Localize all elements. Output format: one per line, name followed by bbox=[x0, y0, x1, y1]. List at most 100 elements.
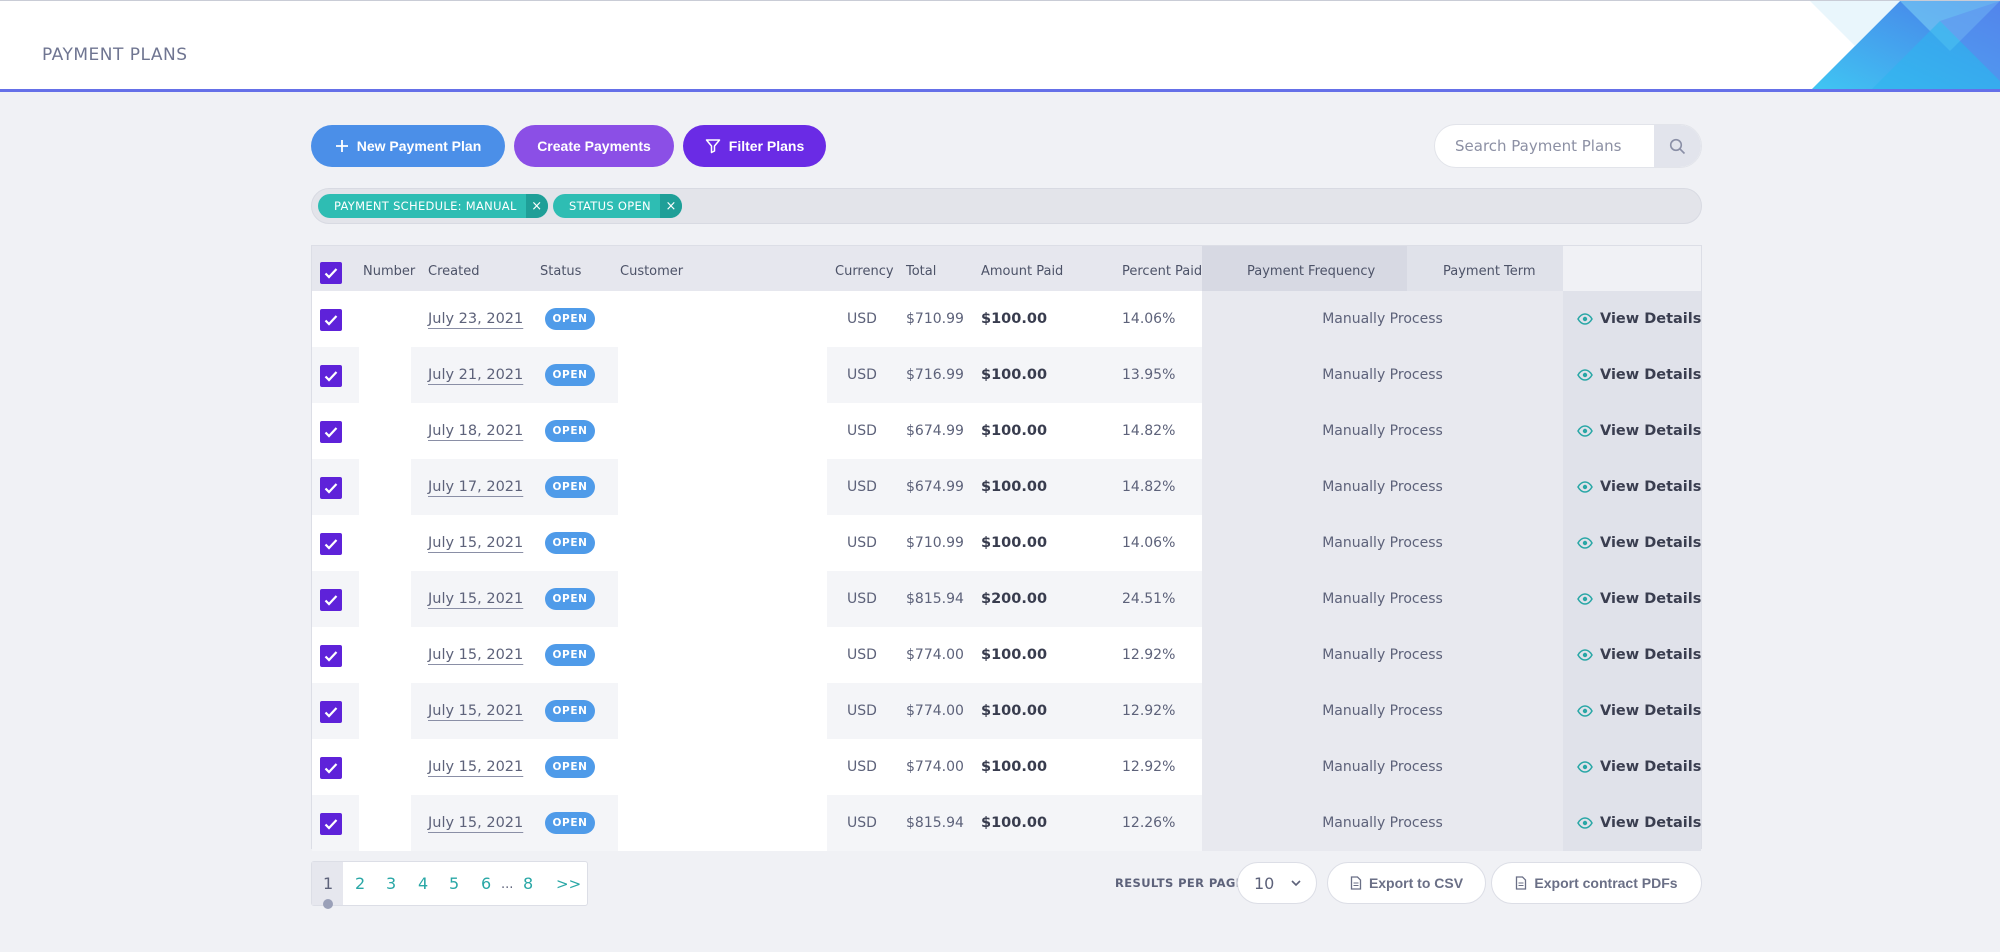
created-date-link[interactable]: July 15, 2021 bbox=[428, 759, 523, 775]
row-checkbox[interactable] bbox=[320, 533, 342, 555]
view-details-link[interactable]: View Details bbox=[1577, 515, 1701, 571]
page-title: PAYMENT PLANS bbox=[42, 45, 188, 65]
page-link-4[interactable]: 4 bbox=[418, 874, 428, 893]
row-checkbox[interactable] bbox=[320, 309, 342, 331]
row-checkbox[interactable] bbox=[320, 645, 342, 667]
column-header-customer[interactable]: Customer bbox=[620, 264, 683, 279]
currency: USD bbox=[847, 367, 877, 383]
table-row: July 15, 2021 OPEN USD $774.00 $100.00 12.92%… bbox=[312, 683, 1701, 739]
column-header-payment-term[interactable]: Payment Term bbox=[1443, 264, 1536, 279]
column-header-number[interactable]: Number bbox=[363, 264, 415, 279]
payment-frequency: Manually Process bbox=[1322, 591, 1443, 607]
eye-icon bbox=[1577, 649, 1593, 661]
currency: USD bbox=[847, 759, 877, 775]
percent-paid: 12.92% bbox=[1122, 759, 1176, 775]
search-icon bbox=[1669, 138, 1686, 154]
column-header-status[interactable]: Status bbox=[540, 264, 581, 279]
new-payment-plan-label: New Payment Plan bbox=[356, 138, 482, 154]
total-amount: $710.99 bbox=[906, 311, 964, 327]
created-date-link[interactable]: July 15, 2021 bbox=[428, 815, 523, 831]
next-pages-link[interactable]: >> bbox=[556, 875, 581, 893]
percent-paid: 14.82% bbox=[1122, 423, 1176, 439]
created-date-link[interactable]: July 15, 2021 bbox=[428, 535, 523, 551]
create-payments-button[interactable]: Create Payments bbox=[514, 125, 674, 167]
row-checkbox[interactable] bbox=[320, 477, 342, 499]
search-button[interactable] bbox=[1654, 125, 1701, 167]
table-row: July 23, 2021 OPEN USD $710.99 $100.00 14.06%… bbox=[312, 291, 1701, 347]
export-csv-label: Export to CSV bbox=[1368, 875, 1464, 891]
created-date-link[interactable]: July 15, 2021 bbox=[428, 647, 523, 663]
eye-icon bbox=[1577, 481, 1593, 493]
total-amount: $674.99 bbox=[906, 423, 964, 439]
view-details-link[interactable]: View Details bbox=[1577, 683, 1701, 739]
new-payment-plan-button[interactable]: New Payment Plan bbox=[311, 125, 505, 167]
row-checkbox[interactable] bbox=[320, 589, 342, 611]
total-amount: $710.99 bbox=[906, 535, 964, 551]
document-icon bbox=[1516, 876, 1527, 890]
payment-frequency: Manually Process bbox=[1322, 703, 1443, 719]
view-details-link[interactable]: View Details bbox=[1577, 347, 1701, 403]
checkmark-icon bbox=[324, 427, 338, 438]
checkmark-icon bbox=[324, 651, 338, 662]
row-checkbox[interactable] bbox=[320, 757, 342, 779]
view-details-link[interactable]: View Details bbox=[1577, 739, 1701, 795]
view-details-link[interactable]: View Details bbox=[1577, 795, 1701, 851]
created-date-link[interactable]: July 18, 2021 bbox=[428, 423, 523, 439]
page-link-2[interactable]: 2 bbox=[355, 874, 365, 893]
remove-filter-icon[interactable]: × bbox=[525, 194, 548, 218]
checkmark-icon bbox=[324, 707, 338, 718]
total-amount: $815.94 bbox=[906, 591, 964, 607]
total-amount: $674.99 bbox=[906, 479, 964, 495]
payment-frequency: Manually Process bbox=[1322, 815, 1443, 831]
export-csv-button[interactable]: Export to CSV bbox=[1327, 862, 1486, 904]
row-checkbox[interactable] bbox=[320, 365, 342, 387]
column-header-currency[interactable]: Currency bbox=[835, 264, 894, 279]
row-checkbox[interactable] bbox=[320, 813, 342, 835]
checkmark-icon bbox=[324, 315, 338, 326]
view-details-link[interactable]: View Details bbox=[1577, 459, 1701, 515]
created-date-link[interactable]: July 15, 2021 bbox=[428, 703, 523, 719]
status-badge: OPEN bbox=[545, 588, 595, 610]
amount-paid: $100.00 bbox=[981, 311, 1048, 327]
view-details-label: View Details bbox=[1600, 423, 1702, 439]
checkmark-icon bbox=[324, 483, 338, 494]
view-details-link[interactable]: View Details bbox=[1577, 403, 1701, 459]
page-link-3[interactable]: 3 bbox=[386, 874, 396, 893]
column-header-created[interactable]: Created bbox=[428, 264, 479, 279]
column-header-payment-frequency[interactable]: Payment Frequency bbox=[1247, 264, 1375, 279]
view-details-link[interactable]: View Details bbox=[1577, 627, 1701, 683]
column-header-amount-paid[interactable]: Amount Paid bbox=[981, 264, 1063, 279]
view-details-link[interactable]: View Details bbox=[1577, 571, 1701, 627]
export-contract-pdfs-label: Export contract PDFs bbox=[1534, 875, 1678, 891]
table-row: July 18, 2021 OPEN USD $674.99 $100.00 14.82%… bbox=[312, 403, 1701, 459]
table-row: July 15, 2021 OPEN USD $815.94 $100.00 12.26%… bbox=[312, 795, 1701, 851]
select-all-checkbox[interactable] bbox=[320, 262, 342, 284]
created-date-link[interactable]: July 21, 2021 bbox=[428, 367, 523, 383]
created-date-link[interactable]: July 15, 2021 bbox=[428, 591, 523, 607]
eye-icon bbox=[1577, 369, 1593, 381]
page-link-5[interactable]: 5 bbox=[449, 874, 459, 893]
percent-paid: 12.92% bbox=[1122, 703, 1176, 719]
column-header-percent-paid[interactable]: Percent Paid bbox=[1122, 264, 1202, 279]
created-date-link[interactable]: July 17, 2021 bbox=[428, 479, 523, 495]
row-checkbox[interactable] bbox=[320, 421, 342, 443]
checkmark-icon bbox=[324, 539, 338, 550]
filter-plans-button[interactable]: Filter Plans bbox=[683, 125, 826, 167]
export-contract-pdfs-button[interactable]: Export contract PDFs bbox=[1491, 862, 1702, 904]
page-link-1[interactable]: 1 bbox=[323, 874, 333, 893]
page-link-6[interactable]: 6 bbox=[481, 874, 491, 893]
filter-tag-label: PAYMENT SCHEDULE: MANUAL bbox=[334, 199, 517, 213]
table-header: Number Created Status Customer Currency … bbox=[312, 246, 1701, 291]
status-badge: OPEN bbox=[545, 476, 595, 498]
row-checkbox[interactable] bbox=[320, 701, 342, 723]
page-link-8[interactable]: 8 bbox=[523, 874, 533, 893]
column-header-total[interactable]: Total bbox=[906, 264, 936, 279]
created-date-link[interactable]: July 23, 2021 bbox=[428, 311, 523, 327]
search-input[interactable] bbox=[1455, 125, 1655, 167]
view-details-link[interactable]: View Details bbox=[1577, 291, 1701, 347]
payment-frequency: Manually Process bbox=[1322, 759, 1443, 775]
results-per-page-select[interactable]: 10 bbox=[1237, 862, 1317, 904]
filter-tag-label: STATUS OPEN bbox=[569, 199, 651, 213]
remove-filter-icon[interactable]: × bbox=[659, 194, 682, 218]
eye-icon bbox=[1577, 313, 1593, 325]
